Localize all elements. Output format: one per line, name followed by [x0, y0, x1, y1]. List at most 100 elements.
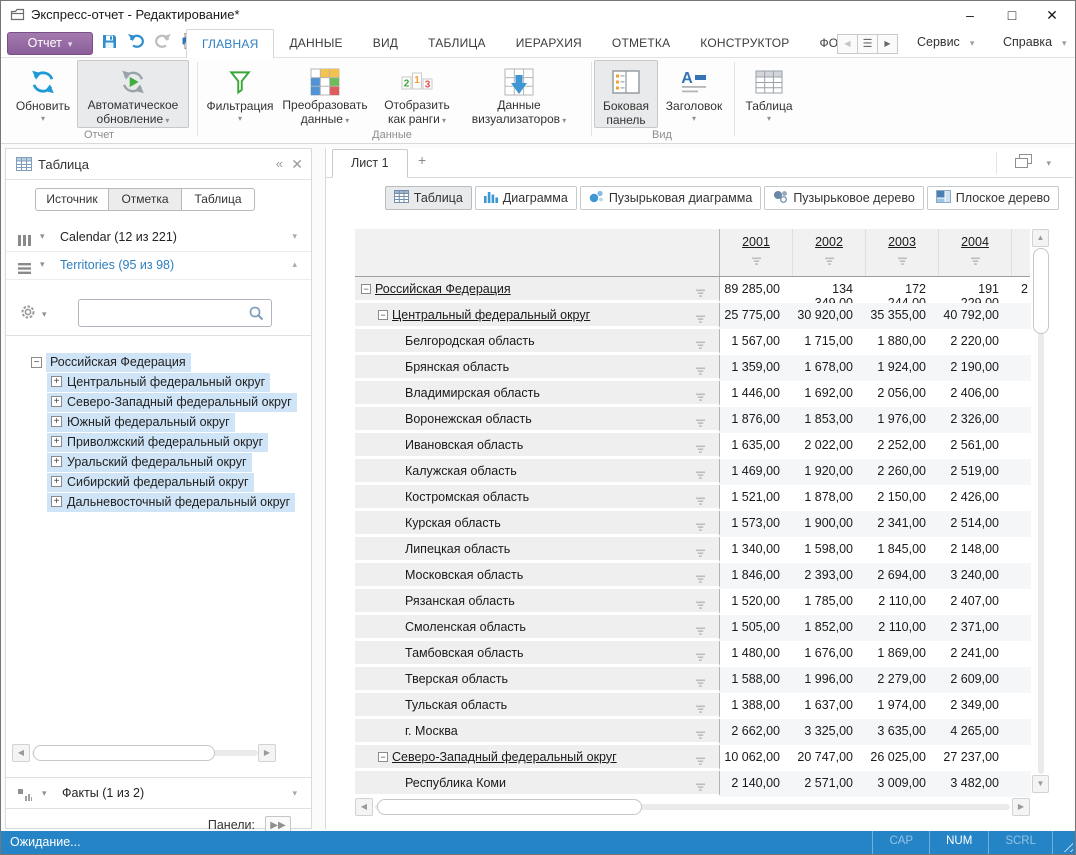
data-cell[interactable]: 1 469,00	[720, 459, 793, 485]
data-cell[interactable]: 1 876,00	[720, 407, 793, 433]
ribbon-button-heading[interactable]: AЗаголовок▾	[658, 60, 730, 128]
row-header[interactable]: Тамбовская область	[355, 641, 720, 666]
filter-funnel-icon[interactable]	[751, 253, 762, 271]
data-cell[interactable]: 2 326,00	[939, 407, 1012, 433]
data-cell[interactable]: 2 190,00	[939, 355, 1012, 381]
close-panel-icon[interactable]: ✕	[291, 156, 303, 173]
row-label[interactable]: Северо-Западный федеральный округ	[392, 750, 617, 764]
data-cell[interactable]: 2 371,00	[939, 615, 1012, 641]
tree-item[interactable]: +Дальневосточный федеральный округ	[6, 492, 311, 512]
scroll-left-icon[interactable]: ◀	[12, 744, 30, 762]
chevron-up-icon[interactable]: ▴	[292, 259, 297, 270]
row-label[interactable]: Курская область	[405, 516, 501, 530]
data-cell[interactable]: 1 637,00	[793, 693, 866, 719]
row-header[interactable]: Рязанская область	[355, 589, 720, 614]
data-cell[interactable]: 2 406,00	[939, 381, 1012, 407]
row-header[interactable]: Тверская область	[355, 667, 720, 692]
collapse-icon[interactable]: −	[378, 310, 388, 320]
tree-item-label[interactable]: Российская Федерация	[46, 353, 191, 372]
filter-funnel-icon[interactable]	[970, 253, 981, 271]
tree-item[interactable]: +Северо-Западный федеральный округ	[6, 392, 311, 412]
row-header[interactable]: Тульская область	[355, 693, 720, 718]
tree-item[interactable]: +Уральский федеральный округ	[6, 452, 311, 472]
data-cell[interactable]: 3 482,00	[939, 771, 1012, 797]
ribbon-button-filter[interactable]: Фильтрация▾	[205, 60, 275, 128]
ribbon-tab-конструктор[interactable]: КОНСТРУКТОР	[685, 29, 804, 58]
row-label[interactable]: Центральный федеральный округ	[392, 308, 590, 322]
expand-icon[interactable]: +	[51, 496, 62, 507]
tree-item[interactable]: +Центральный федеральный округ	[6, 372, 311, 392]
filter-funnel-icon[interactable]	[695, 649, 706, 667]
data-cell[interactable]: 2 150,00	[866, 485, 939, 511]
vertical-scrollbar[interactable]: ▲ ▼	[1032, 229, 1049, 793]
column-header-2003[interactable]: 2003	[866, 229, 939, 276]
ribbon-tab-главная[interactable]: ГЛАВНАЯ	[186, 29, 274, 59]
expand-icon[interactable]: +	[51, 456, 62, 467]
dimension-label[interactable]: Calendar (12 из 221)	[60, 230, 177, 244]
ribbon-tab-иерархия[interactable]: ИЕРАРХИЯ	[501, 29, 597, 58]
panel-tab-отметка[interactable]: Отметка	[108, 188, 182, 211]
data-cell[interactable]: 3 635,00	[866, 719, 939, 745]
data-cell[interactable]: 25 775,00	[720, 303, 793, 329]
filter-funnel-icon[interactable]	[695, 545, 706, 563]
data-cell[interactable]: 20 747,00	[793, 745, 866, 771]
row-label[interactable]: Калужская область	[405, 464, 517, 478]
data-cell[interactable]: 2 349,00	[939, 693, 1012, 719]
row-label[interactable]: Смоленская область	[405, 620, 526, 634]
filter-funnel-icon[interactable]	[695, 467, 706, 485]
data-cell[interactable]: 1 359,00	[720, 355, 793, 381]
filter-funnel-icon[interactable]	[695, 389, 706, 407]
data-cell[interactable]: 89 285,00	[720, 277, 793, 303]
row-header[interactable]: Липецкая область	[355, 537, 720, 562]
expand-icon[interactable]: +	[51, 436, 62, 447]
column-header-2004[interactable]: 2004	[939, 229, 1012, 276]
report-menu-button[interactable]: Отчет▾	[7, 32, 93, 55]
collapse-icon[interactable]: −	[361, 284, 371, 294]
chevron-down-icon[interactable]: ▾	[1046, 158, 1051, 169]
ribbon-tab-таблица[interactable]: ТАБЛИЦА	[413, 29, 501, 58]
data-cell[interactable]: 30 920,00	[793, 303, 866, 329]
data-cell[interactable]: 4 265,00	[939, 719, 1012, 745]
dimension-label[interactable]: Territories (95 из 98)	[60, 258, 174, 272]
data-cell[interactable]: 35 355,00	[866, 303, 939, 329]
data-cell[interactable]: 2 426,00	[939, 485, 1012, 511]
gear-icon[interactable]	[20, 304, 36, 325]
tree-item-label[interactable]: +Сибирский федеральный округ	[47, 473, 254, 492]
data-cell[interactable]: 1 676,00	[793, 641, 866, 667]
row-label[interactable]: Московская область	[405, 568, 523, 582]
data-cell[interactable]: 1 588,00	[720, 667, 793, 693]
row-header[interactable]: Воронежская область	[355, 407, 720, 432]
filter-funnel-icon[interactable]	[695, 441, 706, 459]
column-year-label[interactable]: 2001	[742, 235, 770, 249]
data-cell[interactable]: 2 252,00	[866, 433, 939, 459]
scroll-right-icon[interactable]: ▶	[1012, 798, 1030, 816]
filter-funnel-icon[interactable]	[695, 285, 706, 303]
ribbon-tab-вид[interactable]: ВИД	[358, 29, 413, 58]
scrollbar-thumb[interactable]	[1033, 248, 1049, 334]
data-cell[interactable]: 1 846,00	[720, 563, 793, 589]
data-cell[interactable]: 2 241,00	[939, 641, 1012, 667]
scroll-up-icon[interactable]: ▲	[1032, 229, 1049, 247]
data-cell[interactable]: 2 694,00	[866, 563, 939, 589]
view-button-bar-chart[interactable]: Диаграмма	[475, 186, 577, 210]
data-cell[interactable]: 1 678,00	[793, 355, 866, 381]
ribbon-button-auto-refresh[interactable]: Автоматическое обновление ▾	[77, 60, 189, 128]
expand-icon[interactable]: +	[51, 376, 62, 387]
scroll-left-icon[interactable]: ◀	[355, 798, 373, 816]
data-cell[interactable]: 2 056,00	[866, 381, 939, 407]
data-cell[interactable]: 2 341,00	[866, 511, 939, 537]
data-cell[interactable]: 1 900,00	[793, 511, 866, 537]
data-cell[interactable]: 2 260,00	[866, 459, 939, 485]
data-cell[interactable]: 1 996,00	[793, 667, 866, 693]
data-cell[interactable]: 1 974,00	[866, 693, 939, 719]
data-cell[interactable]: 1 480,00	[720, 641, 793, 667]
ribbon-button-visualizers[interactable]: Данные визуализаторов ▾	[459, 60, 579, 128]
chevron-down-icon[interactable]: ▾	[40, 259, 45, 270]
tree-item[interactable]: +Приволжский федеральный округ	[6, 432, 311, 452]
column-header-2001[interactable]: 2001	[720, 229, 793, 276]
data-cell[interactable]: 1 976,00	[866, 407, 939, 433]
row-label[interactable]: Ивановская область	[405, 438, 523, 452]
data-cell[interactable]: 3 009,00	[866, 771, 939, 797]
ribbon-tab-данные[interactable]: ДАННЫЕ	[274, 29, 357, 58]
row-header[interactable]: г. Москва	[355, 719, 720, 744]
